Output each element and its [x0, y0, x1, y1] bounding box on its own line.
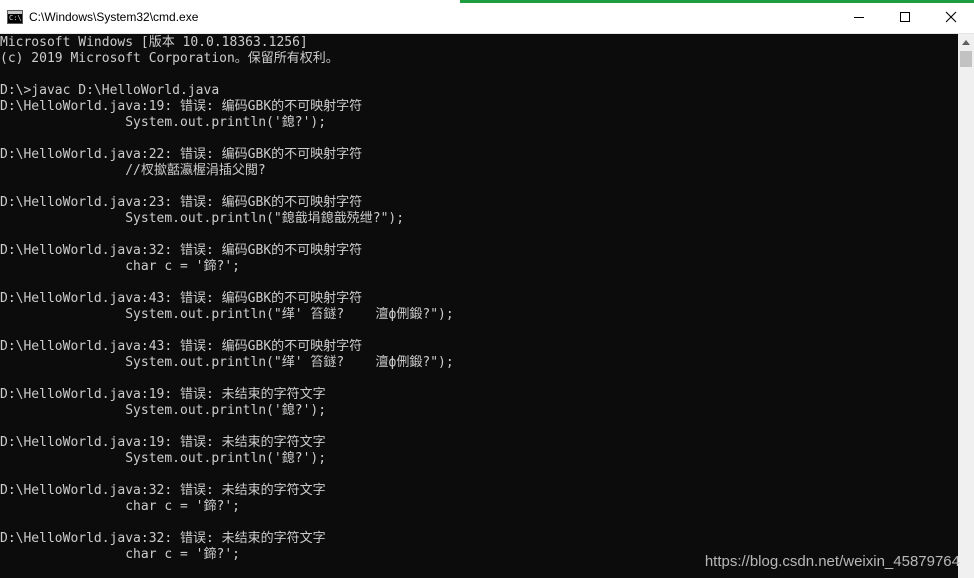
- close-button[interactable]: [928, 0, 974, 34]
- maximize-button[interactable]: [882, 0, 928, 34]
- console-line: D:\HelloWorld.java:19: 错误: 编码GBK的不可映射字符: [0, 99, 363, 114]
- console-output[interactable]: Microsoft Windows [版本 10.0.18363.1256] (c…: [0, 34, 958, 578]
- console-line: System.out.println("缂' 笞鐩? 澶ф侀鍛?");: [0, 307, 454, 322]
- maximize-icon: [900, 12, 910, 22]
- window-controls: [836, 0, 974, 34]
- console-line: //杈撳嚭瀛楃涓插父閲?: [0, 163, 266, 178]
- console-line: System.out.println('鎴?');: [0, 451, 327, 466]
- title-bar[interactable]: C:\ C:\Windows\System32\cmd.exe: [0, 0, 974, 34]
- console-line: System.out.println("鎴戠埍鎴戠殑绁?");: [0, 211, 405, 226]
- minimize-button[interactable]: [836, 0, 882, 34]
- console-line: System.out.println('鎴?');: [0, 403, 327, 418]
- vertical-scrollbar[interactable]: [958, 34, 974, 578]
- console-line: (c) 2019 Microsoft Corporation。保留所有权利。: [0, 51, 339, 66]
- console-line: D:\HelloWorld.java:22: 错误: 编码GBK的不可映射字符: [0, 147, 363, 162]
- scroll-thumb[interactable]: [960, 51, 972, 67]
- console-line: System.out.println('鎴?');: [0, 115, 327, 130]
- cmd-window: Microsoft Windows [版本 10.0.18363.1256] (c…: [0, 0, 974, 578]
- cmd-icon[interactable]: C:\: [7, 9, 23, 24]
- console-line: Microsoft Windows [版本 10.0.18363.1256]: [0, 35, 308, 50]
- close-icon: [945, 11, 957, 23]
- window-title: C:\Windows\System32\cmd.exe: [29, 9, 199, 24]
- console-line: char c = '鍗?';: [0, 259, 240, 274]
- console-line: char c = '鍗?';: [0, 499, 240, 514]
- console-line: D:\HelloWorld.java:43: 错误: 编码GBK的不可映射字符: [0, 291, 363, 306]
- console-line: D:\HelloWorld.java:32: 错误: 未结束的字符文字: [0, 483, 326, 498]
- console-line: D:\HelloWorld.java:19: 错误: 未结束的字符文字: [0, 387, 326, 402]
- scroll-up-button[interactable]: [958, 34, 974, 50]
- console-line: System.out.println("缂' 笞鐩? 澶ф侀鍛?");: [0, 355, 454, 370]
- console-line: D:\>javac D:\HelloWorld.java: [0, 83, 220, 98]
- scroll-up-arrow-icon: [962, 39, 970, 45]
- console-line: D:\HelloWorld.java:32: 错误: 编码GBK的不可映射字符: [0, 243, 363, 258]
- console-line: char c = '鍗?';: [0, 547, 240, 562]
- console-line: D:\HelloWorld.java:43: 错误: 编码GBK的不可映射字符: [0, 339, 363, 354]
- minimize-icon: [854, 17, 864, 18]
- cmd-icon-text: C:\: [9, 13, 22, 22]
- console-line: D:\HelloWorld.java:23: 错误: 编码GBK的不可映射字符: [0, 195, 363, 210]
- console-line: D:\HelloWorld.java:32: 错误: 未结束的字符文字: [0, 531, 326, 546]
- console-line: D:\HelloWorld.java:19: 错误: 未结束的字符文字: [0, 435, 326, 450]
- title-accent-bar: [460, 0, 974, 3]
- watermark-text: https://blog.csdn.net/weixin_45879764: [704, 553, 960, 570]
